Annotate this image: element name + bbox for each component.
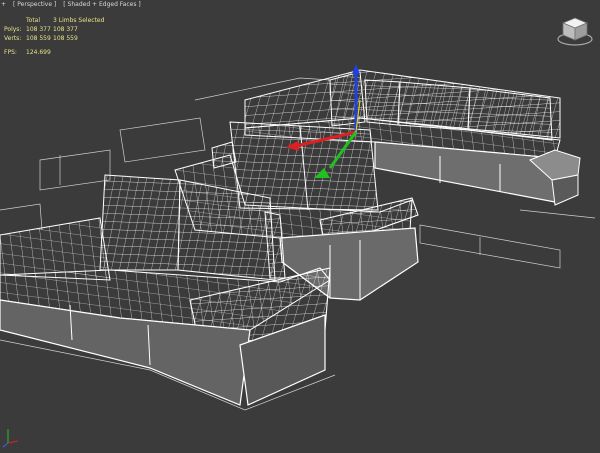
stats-total-header: Total: [26, 17, 41, 24]
polys-total: 108 377: [26, 26, 51, 33]
viewport-menu-button[interactable]: +: [1, 1, 6, 8]
stats-polys-row: Polys: 108 377 108 377: [4, 25, 93, 34]
stats-header-row: Total 3 Limbs Selected: [4, 16, 105, 25]
verts-label: Verts:: [4, 35, 22, 42]
perspective-viewport[interactable]: + [ Perspective ] [ Shaded + Edged Faces ]…: [0, 0, 600, 453]
stats-selection-header: 3 Limbs Selected: [53, 17, 105, 24]
verts-total: 108 559: [26, 35, 51, 42]
polys-label: Polys:: [4, 26, 22, 33]
stats-verts-row: Verts: 108 559 108 559: [4, 34, 93, 43]
viewport-label[interactable]: + [ Perspective ] [ Shaded + Edged Faces ]: [1, 1, 148, 9]
stats-fps-row: FPS: 124.699: [4, 48, 93, 57]
verts-selected: 108 559: [53, 35, 78, 42]
polys-selected: 108 377: [53, 26, 78, 33]
viewport-shading-mode[interactable]: [ Shaded + Edged Faces ]: [63, 1, 140, 8]
fps-label: FPS:: [4, 49, 17, 56]
viewcube-icon[interactable]: [556, 14, 594, 48]
axis-tripod-icon: [2, 429, 19, 448]
statistics-overlay: Total 3 Limbs Selected Polys: 108 377 10…: [4, 16, 105, 57]
fps-value: 124.699: [26, 49, 51, 56]
scene-render[interactable]: [0, 0, 600, 453]
viewport-view-name[interactable]: [ Perspective ]: [13, 1, 56, 8]
